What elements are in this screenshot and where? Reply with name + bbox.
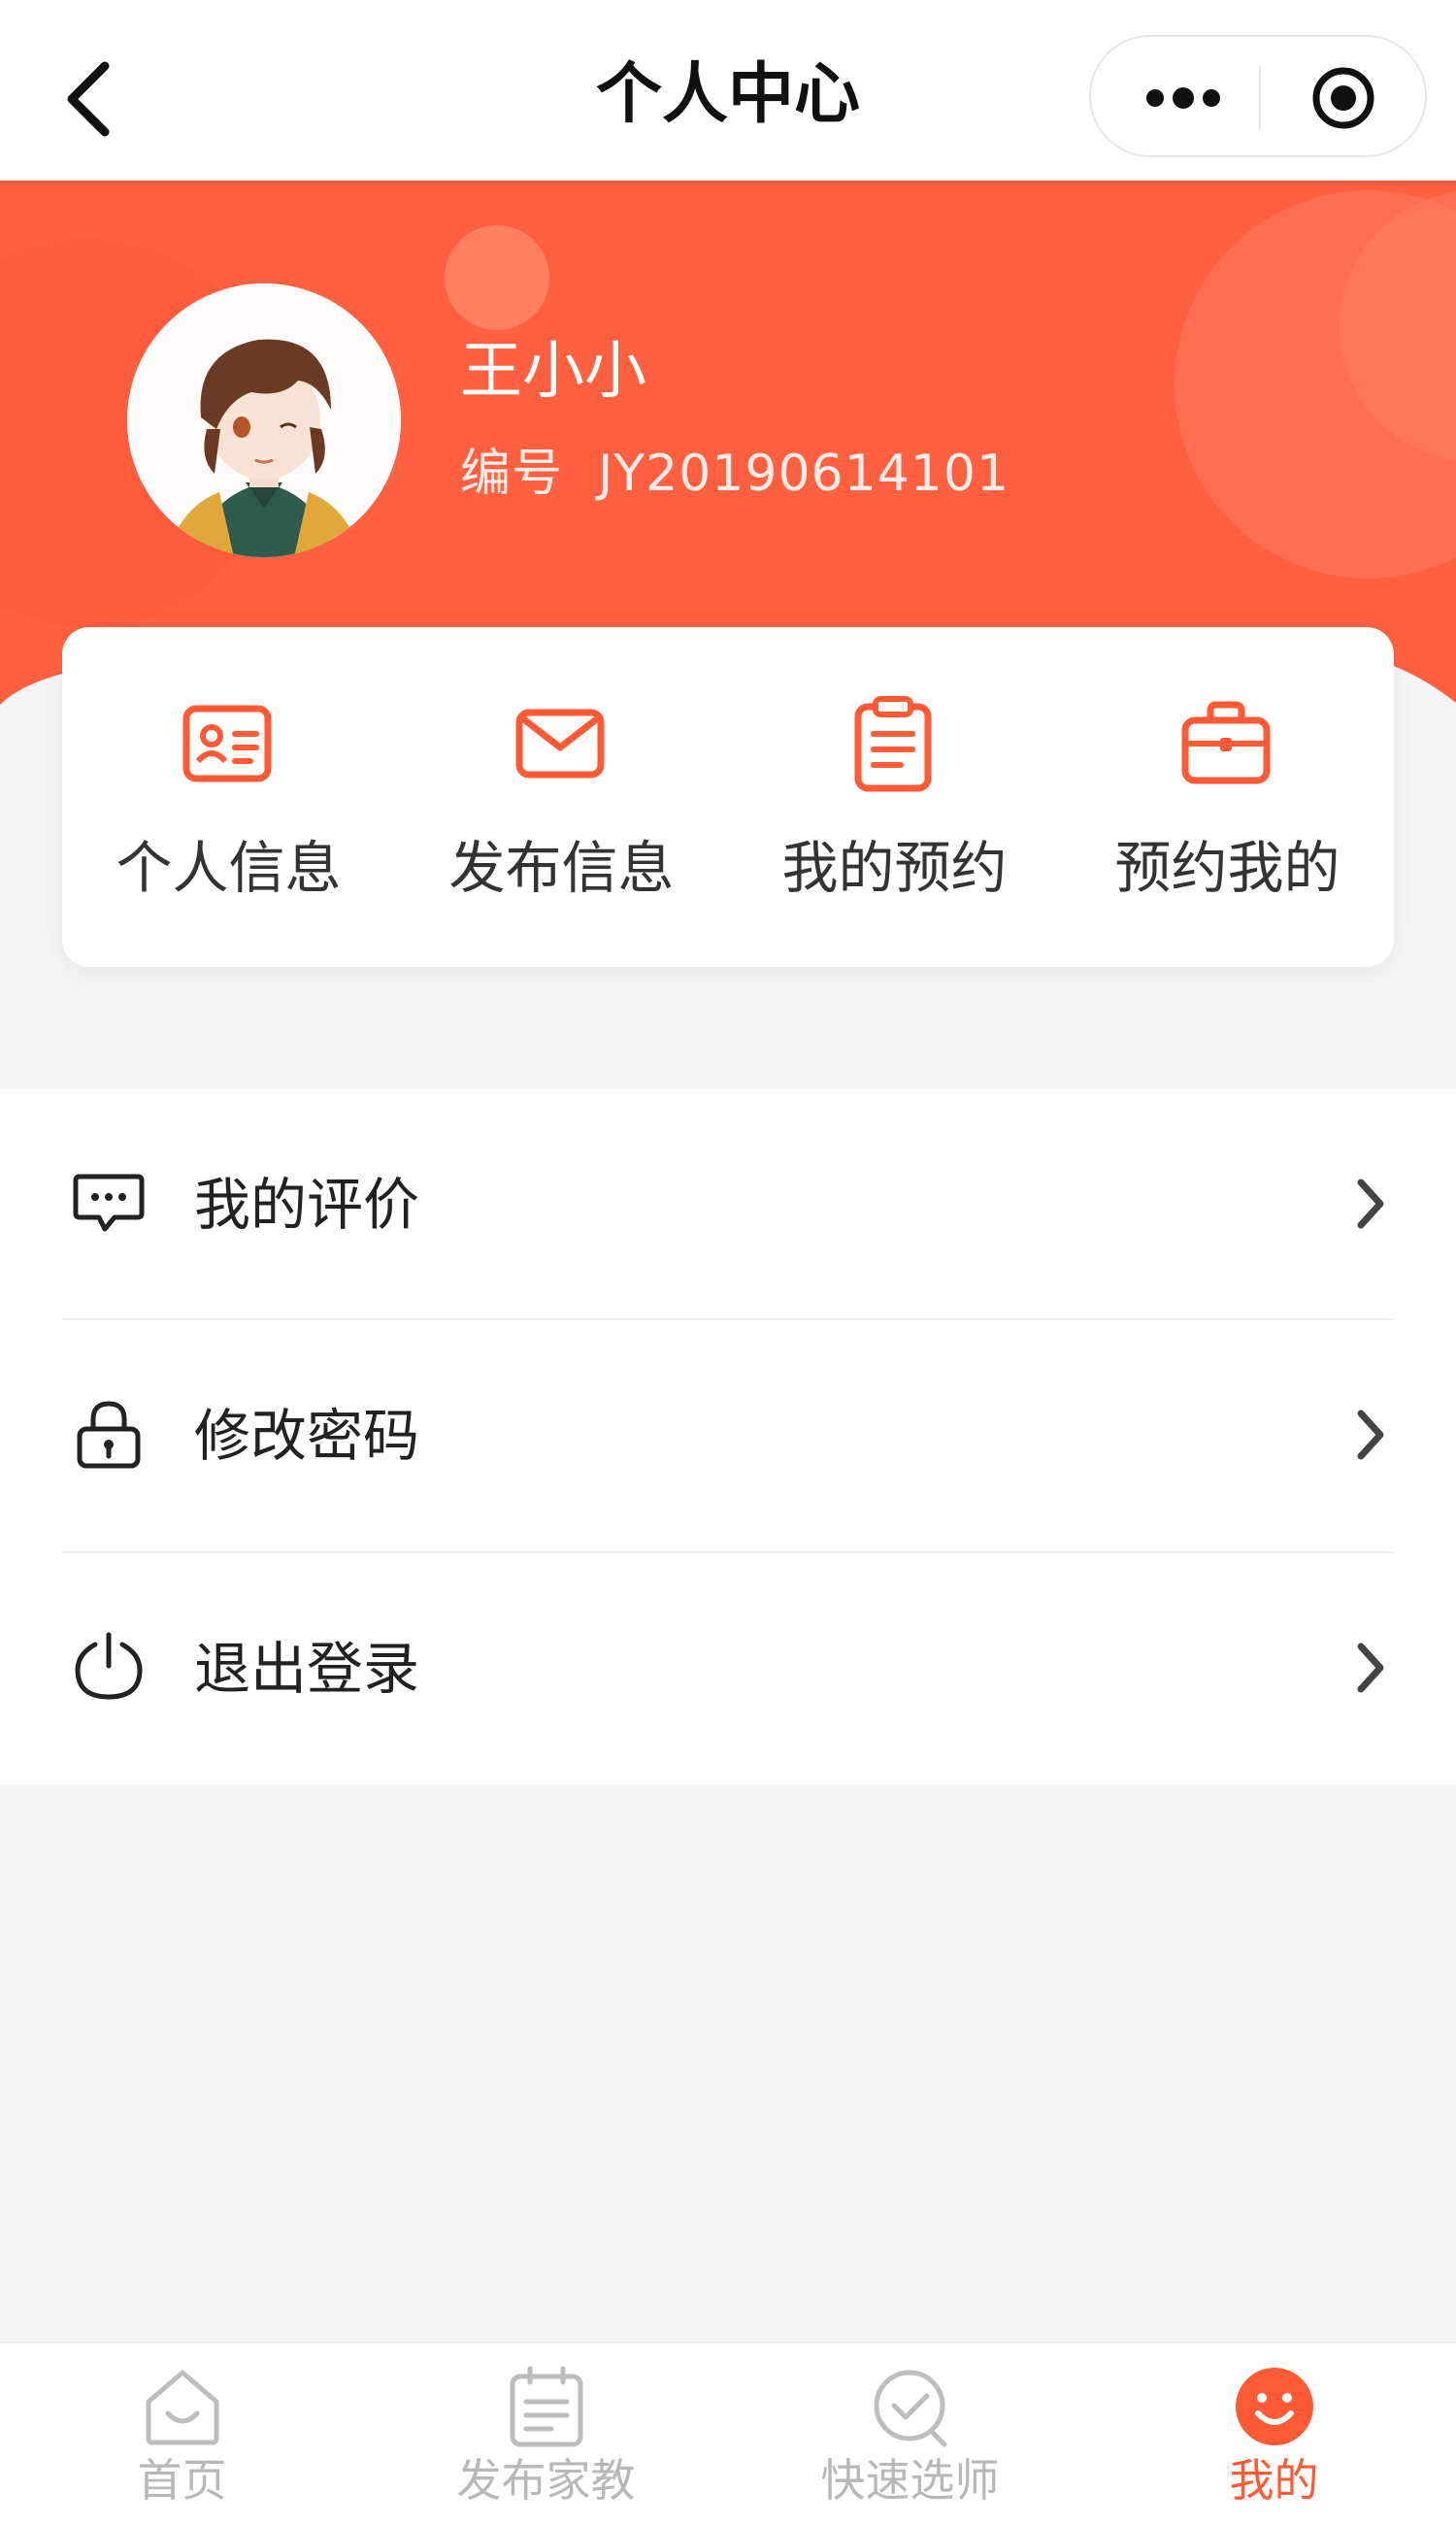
quick-action-booked-me[interactable]: 预约我的 <box>1061 627 1394 967</box>
menu-item-change-password[interactable]: 修改密码 <box>0 1320 1456 1551</box>
back-arrow-icon[interactable] <box>58 56 126 144</box>
quick-action-label: 个人信息 <box>116 835 342 901</box>
envelope-icon <box>512 695 609 792</box>
chevron-right-icon <box>1351 1637 1390 1699</box>
smiley-icon <box>1233 2365 1316 2448</box>
clipboard-icon <box>844 695 942 792</box>
tab-label: 首页 <box>137 2454 227 2507</box>
chevron-right-icon <box>1351 1404 1390 1466</box>
bottom-tab-bar: 首页 发布家教 快速选师 我的 <box>0 2341 1456 2524</box>
navigation-bar: 个人中心 <box>0 0 1456 181</box>
tab-home[interactable]: 首页 <box>0 2343 364 2524</box>
quick-action-label: 预约我的 <box>1114 835 1340 901</box>
more-dots-icon[interactable] <box>1140 74 1227 122</box>
lock-icon <box>72 1396 146 1470</box>
menu-item-my-reviews[interactable]: 我的评价 <box>0 1089 1456 1320</box>
menu-item-label: 我的评价 <box>194 1172 420 1238</box>
menu-item-logout[interactable]: 退出登录 <box>0 1553 1456 1784</box>
quick-action-personal-info[interactable]: 个人信息 <box>62 627 395 967</box>
quick-action-my-appointments[interactable]: 我的预约 <box>728 627 1061 967</box>
user-id-value: JY20190614101 <box>598 445 1010 503</box>
calendar-icon <box>505 2365 588 2448</box>
home-icon <box>141 2365 224 2448</box>
miniprogram-capsule <box>1089 35 1427 157</box>
tab-label: 快速选师 <box>820 2454 1000 2507</box>
tab-label: 我的 <box>1229 2454 1319 2507</box>
id-card-icon <box>179 695 276 792</box>
close-target-icon[interactable] <box>1309 64 1377 132</box>
tab-label: 发布家教 <box>456 2454 636 2507</box>
capsule-divider <box>1259 66 1261 130</box>
tab-quick-select-teacher[interactable]: 快速选师 <box>728 2343 1092 2524</box>
check-circle-icon <box>869 2365 952 2448</box>
avatar[interactable] <box>127 283 401 557</box>
menu-item-label: 修改密码 <box>194 1403 420 1469</box>
briefcase-icon <box>1177 695 1274 792</box>
power-icon <box>72 1629 146 1703</box>
quick-actions-card: 个人信息 发布信息 我的预约 预约我的 <box>62 627 1394 967</box>
quick-action-label: 发布信息 <box>448 835 675 901</box>
tab-mine[interactable]: 我的 <box>1092 2343 1456 2524</box>
user-name: 王小小 <box>460 336 646 408</box>
chevron-right-icon <box>1351 1173 1390 1235</box>
user-id: 编号 JY20190614101 <box>460 439 1009 509</box>
tab-publish-tutoring[interactable]: 发布家教 <box>364 2343 728 2524</box>
user-id-label: 编号 <box>460 445 564 503</box>
quick-action-label: 我的预约 <box>781 835 1008 901</box>
quick-action-publish-info[interactable]: 发布信息 <box>395 627 728 967</box>
menu-item-label: 退出登录 <box>194 1636 420 1702</box>
chat-bubble-icon <box>72 1165 146 1239</box>
settings-menu: 我的评价 修改密码 退出登录 <box>0 1089 1456 1784</box>
